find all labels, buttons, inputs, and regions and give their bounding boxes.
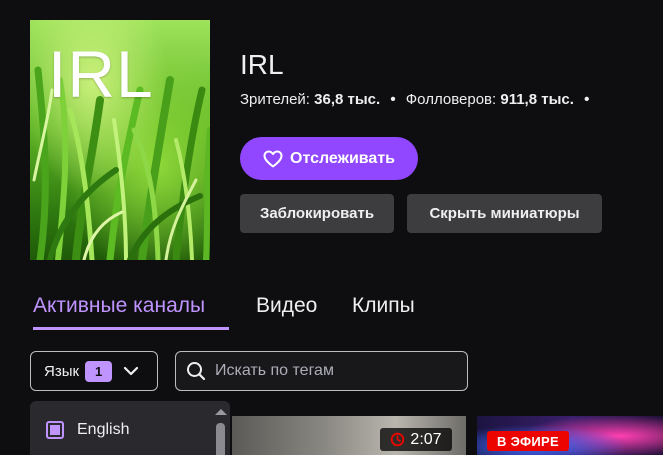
boxart-title: IRL — [48, 37, 154, 111]
duration-text: 2:07 — [410, 430, 442, 448]
language-count-badge: 1 — [85, 360, 113, 382]
language-option-english[interactable]: English — [46, 421, 129, 439]
scrollbar-thumb[interactable] — [216, 423, 225, 455]
heart-icon — [263, 150, 283, 167]
hide-thumbnails-button[interactable]: Скрыть миниатюры — [407, 194, 602, 233]
active-tab-indicator — [33, 327, 229, 330]
duration-badge: 2:07 — [380, 428, 452, 451]
tab-clips[interactable]: Клипы — [352, 294, 415, 318]
chevron-down-icon — [123, 366, 139, 376]
category-stats: Зрителей: 36,8 тыс. • Фолловеров: 911,8 … — [240, 91, 595, 108]
live-badge: В ЭФИРЕ — [487, 431, 569, 451]
category-page: IRL IRL Зрителей: 36,8 тыс. • Фолловеров… — [0, 0, 663, 455]
tag-search-box[interactable] — [175, 351, 468, 391]
language-checkbox[interactable] — [46, 421, 64, 439]
language-options-popup: English — [30, 401, 230, 455]
follow-button-label: Отслеживать — [290, 149, 395, 167]
tab-videos[interactable]: Видео — [256, 294, 317, 318]
followers-count: 911,8 тыс. — [500, 91, 574, 108]
language-dropdown[interactable]: Язык 1 — [30, 351, 158, 391]
category-boxart: IRL — [30, 20, 210, 260]
block-button[interactable]: Заблокировать — [240, 194, 394, 233]
followers-label: Фолловеров: — [405, 91, 497, 108]
search-icon — [187, 362, 206, 381]
follow-button[interactable]: Отслеживать — [240, 137, 418, 180]
category-title: IRL — [240, 49, 284, 80]
tab-live-channels[interactable]: Активные каналы — [33, 294, 205, 318]
stats-separator: • — [390, 91, 396, 108]
stats-separator-trailing: • — [584, 91, 590, 108]
scroll-up-icon[interactable] — [214, 407, 228, 416]
tag-search-input[interactable] — [215, 362, 465, 380]
language-dropdown-label: Язык — [44, 362, 80, 380]
viewers-label: Зрителей: — [240, 91, 310, 108]
clock-icon — [391, 432, 405, 447]
language-option-label: English — [77, 421, 130, 438]
viewers-count: 36,8 тыс. — [314, 91, 381, 108]
